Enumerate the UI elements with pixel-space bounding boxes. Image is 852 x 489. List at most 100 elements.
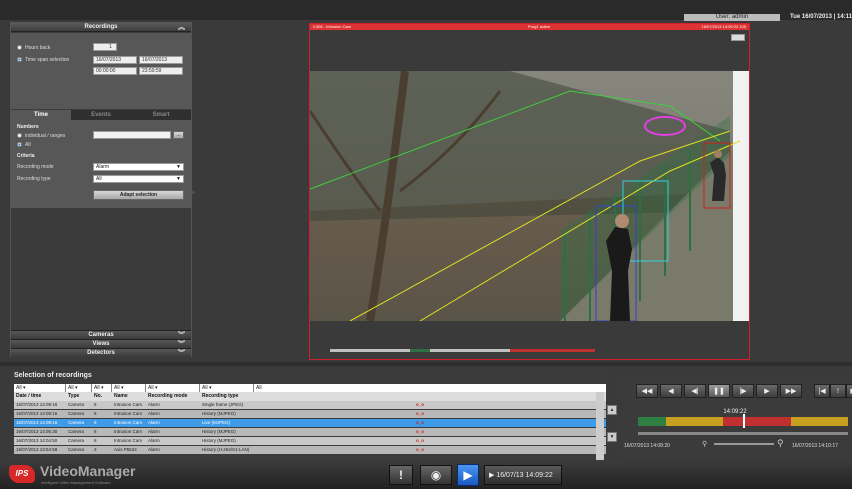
table-cell: Alarm [148, 447, 160, 452]
scroll-down-button[interactable]: ▼ [607, 432, 617, 442]
table-cell: 16/07/2013 14:09:16 [16, 402, 58, 407]
panel-splitter-handle[interactable]: » [192, 190, 196, 200]
filter-name[interactable]: All ▾ [112, 384, 146, 392]
table-row[interactable]: 16/07/2013 14:09:16 Camera 6 Intrusion Cam A… [14, 401, 606, 409]
hours-back-option[interactable]: Hours back [17, 45, 50, 51]
numbers-heading: Numbers [17, 124, 39, 130]
recordings-panel-header[interactable]: Recordings ︽ [11, 23, 191, 32]
recording-icon[interactable]: o_o [414, 419, 424, 427]
recording-icon[interactable]: o_o [414, 410, 424, 418]
table-scrollbar[interactable] [596, 392, 604, 460]
table-cell: Camera [68, 429, 85, 434]
individual-radio[interactable] [17, 133, 22, 139]
table-row[interactable]: 16/07/2013 14:05:30 Camera 6 Intrusion Cam A… [14, 428, 606, 436]
camera-view[interactable]: C406 - Intrusion Cam Prog1 active 16/07/… [309, 23, 750, 360]
zoom-in-icon[interactable]: ⚲ [777, 438, 784, 449]
tab-smart[interactable]: Smart [131, 110, 191, 120]
recording-mode-value: Alarm [96, 164, 110, 170]
table-cell: Alarm [148, 402, 160, 407]
adapt-selection-button[interactable]: Adapt selection [93, 190, 184, 200]
to-time-field[interactable]: 23:59:59 [139, 67, 183, 75]
table-cell: 16/07/2013 14:09:16 [16, 411, 58, 416]
camera-timestamp: 16/07/2013 14:09:22.105 [701, 24, 747, 29]
from-time-field[interactable]: 00:00:00 [93, 67, 137, 75]
filter-rectype[interactable]: All ▾ [200, 384, 254, 392]
playback-button[interactable]: ◀◀ [636, 384, 658, 398]
recordings-table-panel: Selection of recordings All ▾ All ▾ All … [10, 370, 607, 462]
col-no[interactable]: No. [92, 392, 112, 401]
playback-button[interactable]: ◀ [660, 384, 682, 398]
recording-icon[interactable]: o_o [414, 401, 424, 409]
table-row[interactable]: 16/07/2013 13:54:58 Camera 3 Axis P5534 Alar… [14, 446, 606, 454]
table-row[interactable]: 16/07/2013 14:09:16 Camera 6 Intrusion Cam A… [14, 410, 606, 418]
play-live-button[interactable]: ▶ [457, 464, 479, 486]
filter-extra[interactable]: All [254, 384, 606, 392]
to-time-value: 23:59:59 [142, 68, 162, 74]
timeline-segment [510, 349, 595, 352]
from-date-value: 16/07/2013 [96, 57, 122, 63]
to-date-field[interactable]: 16/07/2013 [139, 56, 183, 64]
collapse-up-icon[interactable]: ︽ [178, 23, 185, 32]
table-cell: 6 [94, 411, 97, 416]
zoom-slider[interactable] [714, 443, 774, 445]
tab-events[interactable]: Events [71, 110, 131, 120]
playback-button[interactable]: ❚❚ [708, 384, 730, 398]
recording-type-select[interactable]: All ▼ [93, 175, 184, 183]
time-span-option[interactable]: Time span selection [17, 57, 69, 63]
recording-mode-select[interactable]: Alarm ▼ [93, 163, 184, 171]
playback-button[interactable]: ▶▶ [780, 384, 802, 398]
expand-down-icon[interactable]: ︾ [178, 349, 185, 358]
camera-option-icon[interactable] [731, 34, 745, 41]
filter-datetime[interactable]: All ▾ [14, 384, 66, 392]
playback-button[interactable]: ▶| [846, 384, 852, 398]
time-span-radio[interactable] [17, 57, 22, 63]
playback-button[interactable]: ◀| [684, 384, 706, 398]
selection-title: Selection of recordings [14, 372, 92, 379]
zoom-track[interactable] [638, 432, 848, 435]
eye-icon[interactable]: ◉ [420, 465, 452, 485]
header-datetime: Tue 16/07/2013 | 14:11 [790, 14, 852, 20]
playback-button[interactable]: ! [830, 384, 846, 398]
individual-option[interactable]: individual / ranges [17, 133, 65, 139]
table-cell: Alarm [148, 429, 160, 434]
recording-icon[interactable]: o_o [414, 437, 424, 445]
col-mode[interactable]: Recording mode [146, 392, 200, 401]
recordings-title: Recordings [84, 24, 118, 30]
ellipsis-button[interactable]: ... [173, 131, 184, 139]
filter-no[interactable]: All ▾ [92, 384, 112, 392]
col-datetime[interactable]: Date / time [14, 392, 66, 401]
playback-button[interactable]: |◀ [814, 384, 830, 398]
playback-button[interactable]: |▶ [732, 384, 754, 398]
detectors-section-header[interactable]: Detectors ︾ [11, 348, 191, 357]
table-cell: Live (MJPEG) [202, 420, 231, 425]
cameras-section-header[interactable]: Cameras ︾ [11, 330, 191, 339]
recording-icon[interactable]: o_o [414, 446, 424, 454]
all-radio[interactable] [17, 142, 22, 148]
filter-type[interactable]: All ▾ [66, 384, 92, 392]
playback-time-button[interactable]: ▶ 16/07/13 14:09:22 [484, 465, 562, 485]
hours-back-radio[interactable] [17, 45, 22, 51]
recording-icon[interactable]: o_o [414, 428, 424, 436]
table-header: Date / time Type No. Name Recording mode… [14, 392, 606, 401]
detectors-header-label: Detectors [87, 350, 115, 356]
zoom-out-icon[interactable]: ⚲ [702, 440, 707, 448]
from-date-field[interactable]: 16/07/2013 [93, 56, 137, 64]
user-label[interactable]: User: admin [684, 14, 780, 21]
playback-position-marker[interactable] [743, 414, 745, 428]
individual-ranges-input[interactable] [93, 131, 171, 139]
splitter-bar[interactable] [0, 362, 852, 366]
tab-time[interactable]: Time [11, 110, 71, 120]
alert-button[interactable]: ! [389, 465, 413, 485]
col-name[interactable]: Name [112, 392, 146, 401]
scroll-up-button[interactable]: ▲ [607, 405, 617, 415]
col-rectype[interactable]: Recording type [200, 392, 254, 401]
all-option[interactable]: All [17, 142, 31, 148]
hours-back-stepper[interactable]: 1 [93, 43, 117, 51]
table-row[interactable]: 16/07/2013 14:09:16 Camera 6 Intrusion Cam A… [14, 419, 606, 427]
views-section-header[interactable]: Views ︾ [11, 339, 191, 348]
table-cell: 6 [94, 429, 97, 434]
playback-button[interactable]: ▶ [756, 384, 778, 398]
col-type[interactable]: Type [66, 392, 92, 401]
filter-mode[interactable]: All ▾ [146, 384, 200, 392]
table-row[interactable]: 16/07/2013 14:04:50 Camera 6 Intrusion Cam A… [14, 437, 606, 445]
